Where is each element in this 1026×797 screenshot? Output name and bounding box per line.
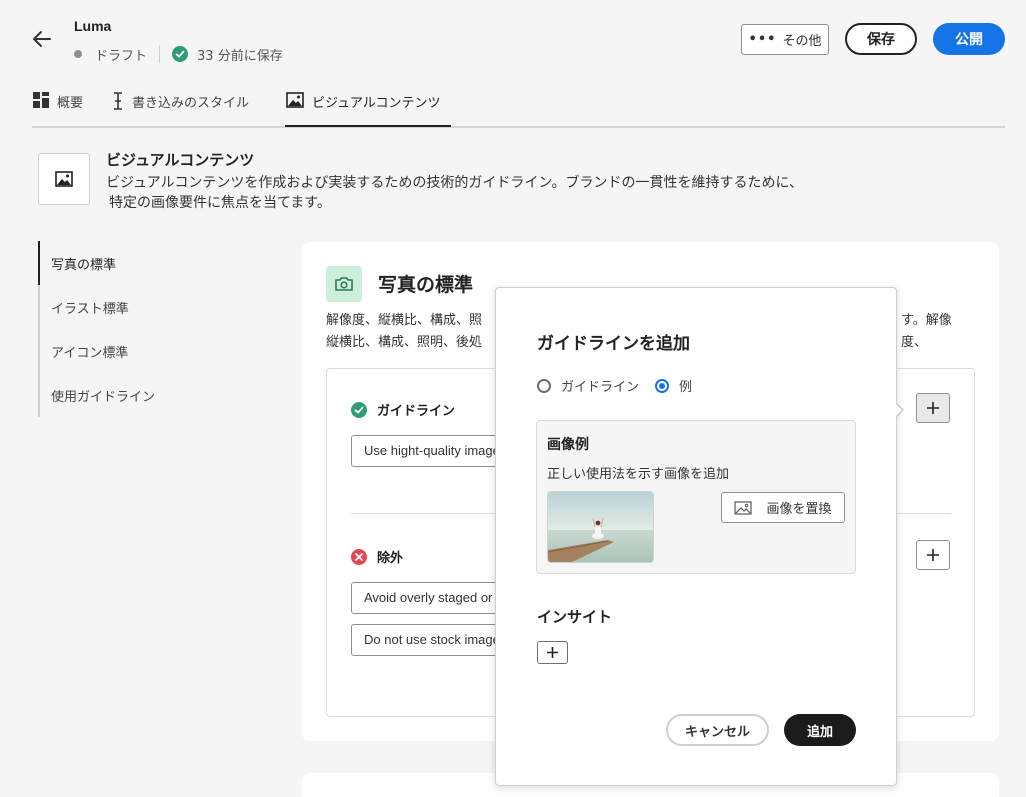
left-nav: 写真の標準 イラスト標準 アイコン標準 使用ガイドライン [38, 241, 238, 417]
replace-image-button[interactable]: 画像を置換 [721, 492, 845, 523]
cancel-button[interactable]: キャンセル [666, 714, 769, 746]
example-title: 画像例 [547, 437, 589, 453]
radio-example-label: 例 [679, 380, 693, 395]
tab-writing-style-label: 書き込みのスタイル [132, 96, 250, 111]
guidelines-header: ガイドライン [351, 400, 455, 419]
plus-icon [927, 549, 939, 561]
replace-image-label: 画像を置換 [766, 502, 832, 517]
radio-example[interactable] [655, 378, 670, 393]
add-guideline-button[interactable] [916, 393, 950, 423]
image-icon [286, 92, 304, 108]
status-row: ドラフト 33 分前に保存 [74, 44, 283, 64]
card-description-line-1-end: す。解像度、 [901, 313, 952, 350]
type-radio-group: ガイドライン 例 [537, 376, 708, 395]
card-title: 写真の標準 [378, 274, 474, 296]
image-icon [55, 171, 73, 187]
tab-writing-style[interactable]: 書き込みのスタイル [112, 92, 249, 126]
check-circle-icon [172, 46, 189, 62]
plus-icon [547, 647, 558, 658]
add-exclusion-button[interactable] [916, 540, 950, 570]
error-circle-icon [351, 548, 367, 565]
section-title: ビジュアルコンテンツ [106, 151, 255, 169]
app-title: Luma [74, 18, 112, 34]
guidelines-header-label: ガイドライン [377, 404, 456, 419]
nav-item-usage-guidelines[interactable]: 使用ガイドライン [40, 373, 238, 417]
tab-active-indicator [285, 125, 451, 127]
exclusions-header: 除外 [351, 547, 403, 566]
image-icon [734, 500, 753, 515]
tab-visual-content-label: ビジュアルコンテンツ [312, 96, 441, 111]
nav-item-illustration-standards[interactable]: イラスト標準 [40, 285, 238, 329]
camera-icon-box [326, 266, 362, 302]
tab-bar: 概要 書き込みのスタイル ビジュアルコンテンツ [32, 86, 1005, 128]
section-icon-box [38, 153, 90, 205]
radio-guideline[interactable] [537, 378, 551, 393]
dashboard-icon [33, 92, 49, 108]
section-description-line-2: 特定の画像要件に焦点を当てます。 [109, 195, 331, 211]
status-divider [159, 45, 161, 63]
section-description-line-1: ビジュアルコンテンツを作成および実装するための技術的ガイドライン。ブランドの一貫… [106, 175, 804, 191]
nav-item-icon-standards[interactable]: アイコン標準 [40, 329, 238, 373]
status-draft: ドラフト [95, 48, 148, 64]
example-thumbnail [547, 491, 654, 563]
nav-item-photo-standards[interactable]: 写真の標準 [38, 241, 238, 285]
add-insight-button[interactable] [537, 641, 568, 664]
camera-icon [335, 277, 353, 291]
radio-guideline-label: ガイドライン [561, 380, 640, 395]
back-arrow-icon[interactable] [31, 28, 53, 50]
popover-title: ガイドラインを追加 [537, 334, 690, 354]
draft-dot-icon [74, 50, 82, 58]
card-description-line-1: 解像度、縦横比、構成、照 [326, 313, 483, 328]
status-saved: 33 分前に保存 [197, 48, 283, 64]
exclusions-header-label: 除外 [377, 551, 404, 566]
more-label: その他 [782, 34, 822, 49]
tab-visual-content[interactable]: ビジュアルコンテンツ [286, 92, 440, 126]
text-cursor-icon [114, 92, 122, 110]
check-circle-icon [351, 401, 367, 418]
section-description: ビジュアルコンテンツを作成および実装するための技術的ガイドライン。ブランドの一貫… [106, 173, 926, 213]
example-description: 正しい使用法を示す画像を追加 [547, 467, 730, 482]
add-guideline-popover: ガイドラインを追加 ガイドライン 例 画像例 正しい使用法を示す画像を追加 画像… [495, 287, 897, 786]
more-button[interactable]: ••• その他 [741, 24, 829, 55]
tab-overview-label: 概要 [57, 96, 84, 111]
plus-icon [927, 402, 939, 414]
insight-title: インサイト [537, 608, 613, 626]
more-dots-icon: ••• [748, 32, 777, 47]
save-button[interactable]: 保存 [845, 23, 917, 55]
popover-tip-inner [893, 401, 902, 419]
tab-overview[interactable]: 概要 [33, 92, 83, 126]
publish-button[interactable]: 公開 [933, 23, 1005, 55]
add-button[interactable]: 追加 [784, 714, 856, 746]
example-image-panel: 画像例 正しい使用法を示す画像を追加 画像を置換 [536, 420, 856, 574]
